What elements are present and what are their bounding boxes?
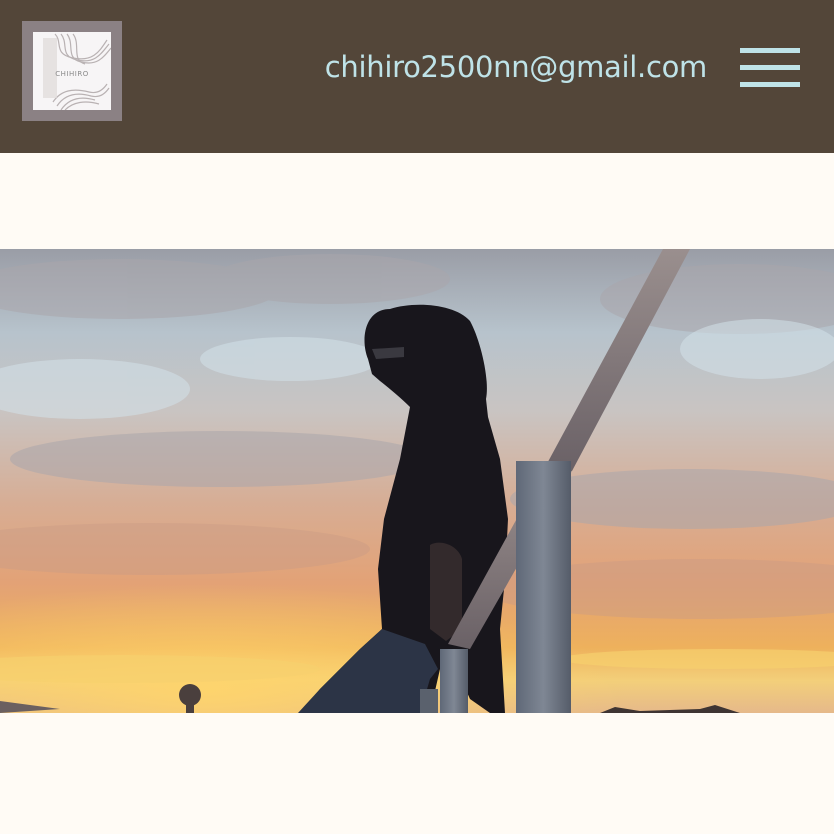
menu-bar: [740, 48, 800, 53]
logo-text: CHIHIRO: [55, 70, 89, 78]
site-logo[interactable]: CHIHIRO: [22, 21, 122, 121]
hamburger-menu-icon[interactable]: [740, 48, 800, 88]
logo-mark: CHIHIRO: [33, 32, 111, 110]
sunset-portrait-photo: [0, 249, 834, 713]
menu-bar: [740, 82, 800, 87]
hero-image: [0, 249, 834, 713]
page: CHIHIRO chihiro2500nn@gmail.com: [0, 0, 834, 834]
menu-bar: [740, 65, 800, 70]
site-header: CHIHIRO chihiro2500nn@gmail.com: [0, 0, 834, 153]
email-link[interactable]: chihiro2500nn@gmail.com: [325, 50, 708, 84]
